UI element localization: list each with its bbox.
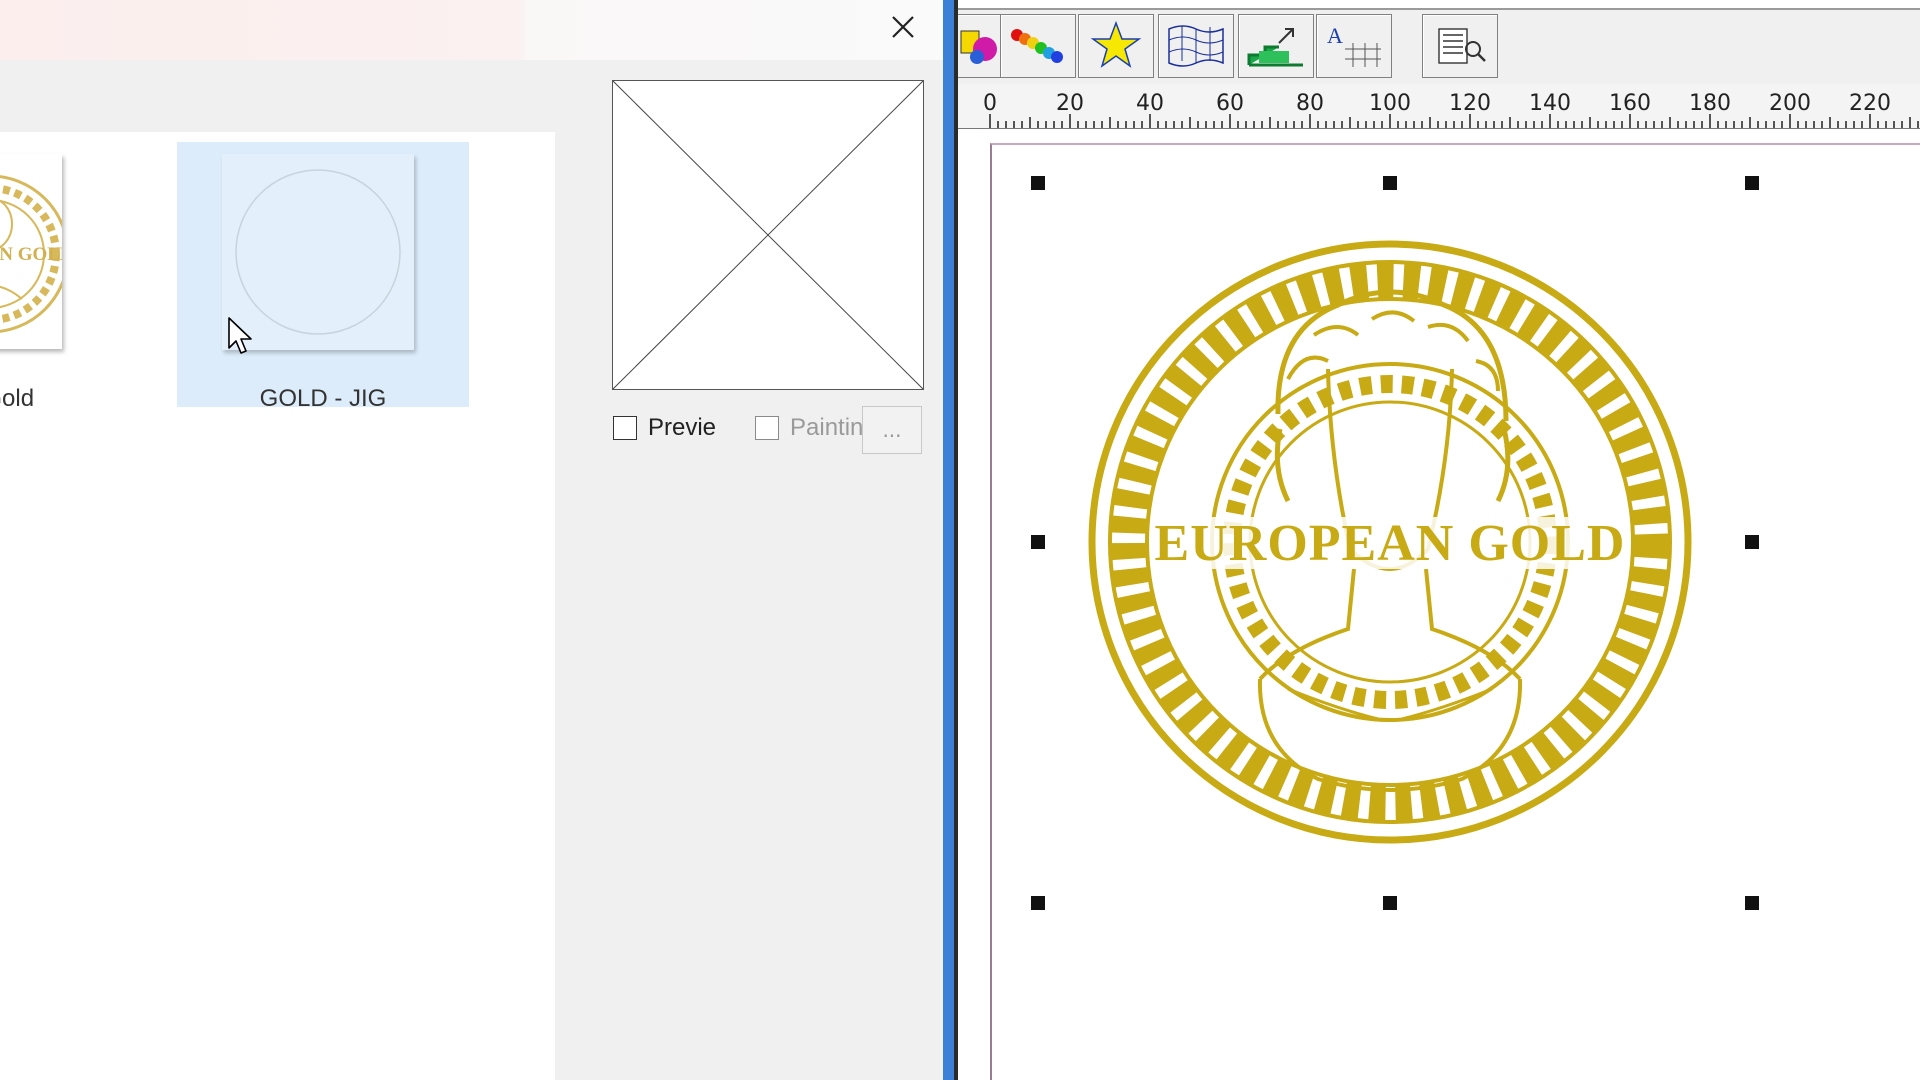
mouse-cursor-icon xyxy=(228,317,252,354)
dialog-title-bar xyxy=(0,0,943,60)
file-thumbnail: EUROPEAN GOLD xyxy=(0,154,62,349)
preview-checkbox[interactable] xyxy=(613,416,637,440)
selection-handle-bottom-left[interactable] xyxy=(1031,896,1045,910)
preview-pane xyxy=(612,80,924,390)
european-gold-logo[interactable]: EUROPEAN GOLD xyxy=(958,129,1920,1080)
selection-handle-top-left[interactable] xyxy=(1031,176,1045,190)
preview-checkbox-label: Previe xyxy=(648,414,717,441)
logo-text: EUROPEAN GOLD xyxy=(1155,515,1626,572)
text-fit-button[interactable]: A xyxy=(1316,14,1392,78)
window-divider xyxy=(943,0,954,1080)
selection-handle-right[interactable] xyxy=(1745,535,1759,549)
horizontal-ruler: 0 20 40 60 80 100 120 140 160 180 200 22… xyxy=(958,84,1920,129)
ruler-label: 20 xyxy=(1056,91,1084,116)
design-application: A 0 20 40 60 80 100 120 140 160 180 200 … xyxy=(958,0,1920,1080)
open-file-dialog: EUROPEAN GOLD peanGold GOLD - JIG Previe… xyxy=(0,0,943,1080)
selection-handle-bottom[interactable] xyxy=(1383,896,1397,910)
selection-handle-top[interactable] xyxy=(1383,176,1397,190)
fill-color-icon xyxy=(960,30,997,64)
thumbnail-logo-text: EUROPEAN GOLD xyxy=(0,244,62,265)
painting-checkbox[interactable] xyxy=(755,416,779,440)
star-shape-button[interactable] xyxy=(1078,14,1154,78)
file-item-gold-jig[interactable]: GOLD - JIG xyxy=(177,142,469,412)
mesh-warp-button[interactable] xyxy=(1158,14,1234,78)
close-icon xyxy=(892,16,914,38)
ruler-scale: 0 20 40 60 80 100 120 140 160 180 200 22… xyxy=(983,91,1919,128)
more-options-button[interactable]: ... xyxy=(862,406,922,454)
file-item-europeangold[interactable]: EUROPEAN GOLD peanGold xyxy=(0,142,150,412)
text-fit-icon: A xyxy=(1327,23,1381,67)
logo-thumbnail-icon: EUROPEAN GOLD xyxy=(0,175,62,333)
no-preview-icon xyxy=(612,80,924,390)
import-button[interactable] xyxy=(1238,14,1314,78)
close-button[interactable] xyxy=(873,2,933,52)
ruler-label: 80 xyxy=(1296,91,1324,116)
rainbow-gradient-icon xyxy=(1011,29,1063,63)
selection-handle-top-right[interactable] xyxy=(1745,176,1759,190)
mesh-warp-icon xyxy=(1168,25,1224,67)
find-view-button[interactable] xyxy=(1422,14,1498,78)
ruler-label: 100 xyxy=(1369,91,1411,116)
file-label: peanGold xyxy=(0,385,35,412)
file-list: EUROPEAN GOLD peanGold GOLD - JIG xyxy=(0,132,555,1080)
ruler-label: 0 xyxy=(983,91,997,116)
selection-handle-left[interactable] xyxy=(1031,535,1045,549)
ruler-label: 200 xyxy=(1769,91,1811,116)
svg-text:A: A xyxy=(1327,23,1343,48)
star-icon xyxy=(1090,20,1142,68)
toolbar-divider xyxy=(958,8,1920,10)
ruler-label: 40 xyxy=(1136,91,1164,116)
ruler-label: 60 xyxy=(1216,91,1244,116)
ruler-label: 180 xyxy=(1689,91,1731,116)
painting-checkbox-row[interactable]: Paintin xyxy=(755,414,863,442)
ruler-label: 120 xyxy=(1449,91,1491,116)
preview-checkbox-row[interactable]: Previe xyxy=(613,414,716,442)
gradient-button[interactable] xyxy=(1000,14,1076,78)
painting-checkbox-label: Paintin xyxy=(790,414,864,441)
selection-handle-bottom-right[interactable] xyxy=(1745,896,1759,910)
file-label: GOLD - JIG xyxy=(259,385,387,412)
import-icon xyxy=(1247,28,1303,67)
ruler-label: 220 xyxy=(1849,91,1891,116)
ruler-label: 160 xyxy=(1609,91,1651,116)
find-view-icon xyxy=(1438,28,1486,64)
design-canvas[interactable]: EUROPEAN GOLD xyxy=(958,129,1920,1080)
ruler-label: 140 xyxy=(1529,91,1571,116)
